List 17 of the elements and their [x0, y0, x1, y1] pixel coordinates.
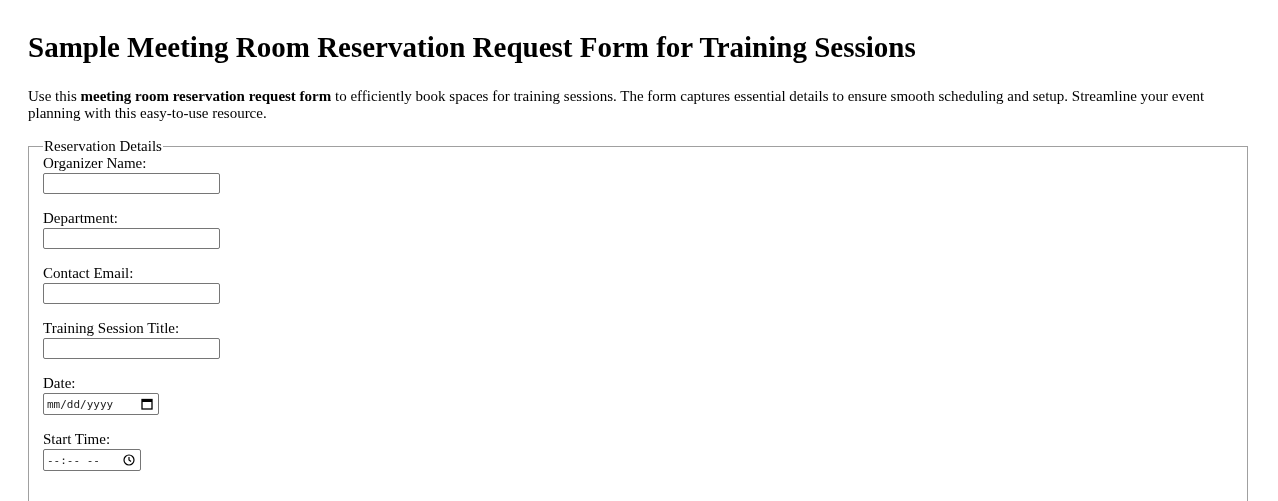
text-input-field[interactable] — [43, 338, 220, 359]
clock-icon[interactable] — [123, 454, 135, 466]
field-label: Organizer Name: — [43, 155, 147, 172]
fieldset-legend: Reservation Details — [43, 138, 163, 155]
time-input-field[interactable]: --:-- -- — [43, 449, 141, 471]
text-input-field[interactable] — [43, 283, 220, 304]
date-input-field[interactable]: mm/dd/yyyy — [43, 393, 159, 415]
page-title: Sample Meeting Room Reservation Request Form for Training Sessions — [28, 30, 917, 64]
calendar-icon[interactable] — [141, 398, 153, 410]
field-label: Training Session Title: — [43, 320, 180, 337]
field-label: Department: — [43, 210, 118, 227]
field-label: Contact Email: — [43, 265, 134, 282]
text-input-field[interactable] — [43, 173, 220, 194]
field-label: Start Time: — [43, 431, 111, 448]
text-input-field[interactable] — [43, 228, 220, 249]
intro-paragraph: Use this meeting room reservation request form to efficiently book spaces for training sessions. The form captures essential details to ensure smooth scheduling and setup. Streamline your event planning with this easy-to-use resource. — [28, 88, 1206, 122]
field-label: Date: — [43, 375, 76, 392]
